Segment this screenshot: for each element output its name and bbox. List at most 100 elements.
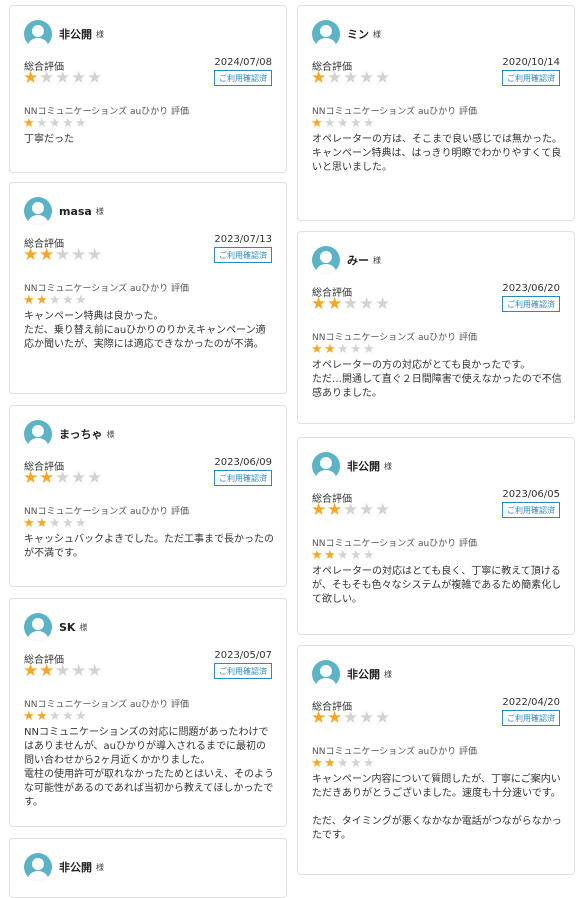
star-icon: ★ bbox=[75, 516, 87, 531]
review-date: 2023/07/13 bbox=[214, 234, 272, 245]
star-icon: ★ bbox=[87, 68, 103, 88]
usage-verified-badge: ご利用確認済 bbox=[214, 70, 272, 86]
star-icon: ★ bbox=[359, 500, 375, 520]
service-stars: ★ ★ ★ ★ ★ bbox=[311, 343, 376, 356]
star-icon: ★ bbox=[375, 294, 391, 314]
reviewer-name: ミン bbox=[347, 28, 369, 41]
review-text: キャンペーン特典は良かった。 ただ、乗り替え前にauひかりのりかえキャンペーン適… bbox=[24, 311, 266, 350]
star-icon: ★ bbox=[311, 116, 323, 131]
overall-stars: ★ ★ ★ ★ ★ bbox=[311, 502, 391, 519]
avatar-icon bbox=[24, 613, 52, 641]
service-stars: ★ ★ ★ ★ ★ bbox=[311, 757, 376, 770]
star-icon: ★ bbox=[327, 68, 343, 88]
star-icon: ★ bbox=[49, 516, 61, 531]
honorific: 様 bbox=[384, 669, 392, 679]
avatar-icon bbox=[312, 452, 340, 480]
star-icon: ★ bbox=[311, 548, 323, 563]
star-icon: ★ bbox=[350, 116, 362, 131]
review-text: キャッシュバックよきでした。ただ工事まで長かったのが不満です。 bbox=[24, 534, 274, 559]
service-stars: ★ ★ ★ ★ ★ bbox=[23, 710, 88, 723]
review-text: NNコミュニケーションズの対応に問題があったわけではありませんが、auひかりが導… bbox=[24, 727, 274, 808]
review-date: 2022/04/20 bbox=[502, 697, 560, 708]
star-icon: ★ bbox=[55, 661, 71, 681]
star-icon: ★ bbox=[363, 342, 375, 357]
star-icon: ★ bbox=[39, 245, 55, 265]
star-icon: ★ bbox=[87, 245, 103, 265]
star-icon: ★ bbox=[337, 548, 349, 563]
review-card: 非公開様 bbox=[9, 838, 287, 898]
star-icon: ★ bbox=[327, 708, 343, 728]
service-stars: ★ ★ ★ ★ ★ bbox=[311, 117, 376, 130]
reviewer-name: みー bbox=[347, 254, 369, 267]
review-date: 2024/07/08 bbox=[214, 57, 272, 68]
service-stars: ★ ★ ★ ★ ★ bbox=[311, 549, 376, 562]
reviewer-name: まっちゃ bbox=[59, 428, 103, 441]
review-card: 非公開様総合評価 2022/04/20 ご利用確認済 NNコミュニケーションズ auひ… bbox=[297, 645, 575, 875]
review-card: 非公開様総合評価 2023/06/05 ご利用確認済 NNコミュニケーションズ auひ… bbox=[297, 437, 575, 635]
overall-stars: ★ ★ ★ ★ ★ bbox=[23, 247, 103, 264]
star-icon: ★ bbox=[36, 516, 48, 531]
star-icon: ★ bbox=[350, 342, 362, 357]
honorific: 様 bbox=[106, 429, 115, 439]
star-icon: ★ bbox=[36, 293, 48, 308]
reviewer-name: SK bbox=[59, 620, 76, 634]
reviewer: masa 様 bbox=[24, 197, 104, 225]
review-text: キャンペーン内容について質問したが、丁寧にご案内いただきありがとうございました。… bbox=[312, 774, 562, 841]
service-stars: ★ ★ ★ ★ ★ bbox=[23, 117, 88, 130]
star-icon: ★ bbox=[343, 68, 359, 88]
star-icon: ★ bbox=[55, 468, 71, 488]
star-icon: ★ bbox=[350, 548, 362, 563]
star-icon: ★ bbox=[359, 708, 375, 728]
review-card: masa 様総合評価 2023/07/13 ご利用確認済 NNコミュニケーションズ au… bbox=[9, 182, 287, 394]
star-icon: ★ bbox=[363, 116, 375, 131]
star-icon: ★ bbox=[75, 293, 87, 308]
reviewer-name: 非公開 bbox=[59, 861, 92, 874]
reviewer: 非公開様 bbox=[312, 452, 392, 480]
review-date: 2023/06/20 bbox=[502, 283, 560, 294]
star-icon: ★ bbox=[39, 68, 55, 88]
star-icon: ★ bbox=[375, 500, 391, 520]
star-icon: ★ bbox=[311, 294, 327, 314]
avatar-icon bbox=[24, 853, 52, 881]
reviewer-name: 非公開 bbox=[59, 28, 92, 41]
star-icon: ★ bbox=[87, 661, 103, 681]
honorific: 様 bbox=[96, 29, 104, 39]
star-icon: ★ bbox=[62, 516, 74, 531]
star-icon: ★ bbox=[49, 293, 61, 308]
star-icon: ★ bbox=[49, 116, 61, 131]
star-icon: ★ bbox=[23, 116, 35, 131]
review-text: オペレーターの対応はとても良く、丁寧に教えて頂けるが、そもそも色々なシステムが複… bbox=[312, 566, 562, 605]
reviewer-name: 非公開 bbox=[347, 460, 380, 473]
reviewer: 非公開様 bbox=[312, 660, 392, 688]
avatar-icon bbox=[24, 420, 52, 448]
usage-verified-badge: ご利用確認済 bbox=[502, 296, 560, 312]
usage-verified-badge: ご利用確認済 bbox=[214, 247, 272, 263]
reviewer: ミン様 bbox=[312, 20, 381, 48]
star-icon: ★ bbox=[36, 709, 48, 724]
star-icon: ★ bbox=[324, 756, 336, 771]
star-icon: ★ bbox=[87, 468, 103, 488]
star-icon: ★ bbox=[311, 68, 327, 88]
reviewer-name: masa bbox=[59, 204, 92, 218]
usage-verified-badge: ご利用確認済 bbox=[214, 470, 272, 486]
reviewer-name: 非公開 bbox=[347, 668, 380, 681]
star-icon: ★ bbox=[324, 342, 336, 357]
honorific: 様 bbox=[79, 622, 88, 632]
star-icon: ★ bbox=[311, 342, 323, 357]
review-card: まっちゃ様総合評価 2023/06/09 ご利用確認済 NNコミュニケーションズ au… bbox=[9, 405, 287, 587]
star-icon: ★ bbox=[62, 293, 74, 308]
star-icon: ★ bbox=[337, 116, 349, 131]
star-icon: ★ bbox=[324, 116, 336, 131]
review-text: 丁寧だった bbox=[24, 134, 74, 145]
star-icon: ★ bbox=[311, 708, 327, 728]
honorific: 様 bbox=[384, 461, 392, 471]
star-icon: ★ bbox=[71, 245, 87, 265]
honorific: 様 bbox=[373, 255, 381, 265]
star-icon: ★ bbox=[71, 68, 87, 88]
star-icon: ★ bbox=[327, 294, 343, 314]
service-stars: ★ ★ ★ ★ ★ bbox=[23, 294, 88, 307]
star-icon: ★ bbox=[337, 342, 349, 357]
star-icon: ★ bbox=[39, 661, 55, 681]
star-icon: ★ bbox=[337, 756, 349, 771]
review-date: 2020/10/14 bbox=[502, 57, 560, 68]
